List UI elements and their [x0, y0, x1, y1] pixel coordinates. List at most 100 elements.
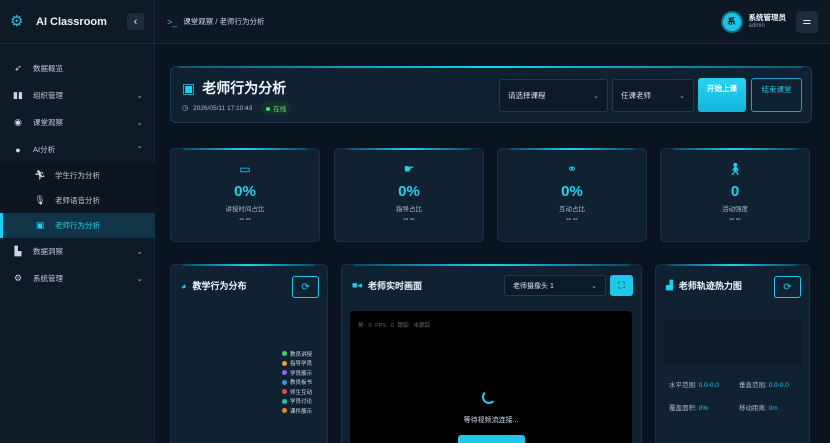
- chevron-down-icon: ⌄: [136, 274, 143, 283]
- legend-dot: [282, 379, 287, 385]
- page-meta: ◷ 2026/05/11 17:10:43 在线: [182, 101, 292, 115]
- legend-dot: [282, 408, 287, 414]
- legend-label: 学员展示: [290, 370, 313, 377]
- heatmap-canvas: [664, 320, 802, 365]
- sidebar-item-insights[interactable]: ▙ 数据洞察 ⌄: [0, 238, 155, 265]
- fullscreen-icon: ⛶: [618, 280, 625, 290]
- panel-header: ▟ 老师轨迹热力图: [666, 279, 742, 292]
- top-header: >_ 课堂观察 / 老师行为分析 系 系统管理员 admin ⚌: [155, 0, 830, 44]
- course-select-value: 请选择课程: [508, 91, 546, 100]
- stat-card-lecture: ▭ 0% 讲授时间占比 -- --: [170, 148, 320, 242]
- walking-person-icon: 🚶︎: [727, 162, 743, 176]
- legend-label: 课件展示: [290, 408, 313, 415]
- horizontal-range: 水平范围: 0.0-0.0: [669, 381, 731, 390]
- course-select[interactable]: 请选择课程 ⌄: [499, 79, 608, 112]
- presentation-icon: ▣: [35, 220, 45, 230]
- sidebar-item-label: 学生行为分析: [55, 171, 100, 180]
- sidebar-item-observation[interactable]: ◉ 课堂观察 ⌄: [0, 109, 155, 136]
- stat-value: 0%: [398, 183, 420, 200]
- legend-dot: [282, 370, 287, 376]
- hand-icon: ☛: [403, 162, 415, 176]
- stat-value: 0%: [561, 183, 583, 200]
- panel-title: 老师实时画面: [367, 281, 422, 291]
- loading-spinner-icon: [482, 390, 496, 404]
- stat-detail: -- --: [729, 216, 741, 223]
- sidebar-item-teacher-voice[interactable]: 🎙︎ 老师语音分析: [0, 188, 155, 213]
- user-menu[interactable]: 系 系统管理员 admin ⚌: [720, 10, 818, 33]
- breadcrumb: >_ 课堂观察 / 老师行为分析: [167, 16, 265, 27]
- legend-dot: [282, 351, 287, 357]
- stat-value: 0.0-0.0: [768, 382, 789, 389]
- legend-dot: [282, 398, 287, 404]
- pie-chart-icon: ◕: [181, 280, 187, 291]
- sidebar-item-label: 系统管理: [33, 274, 63, 283]
- movement-distance: 移动距离: 0m: [739, 404, 805, 413]
- rocket-icon: ➶: [14, 63, 22, 73]
- microphone-icon: 🎙︎: [34, 195, 46, 205]
- sidebar-item-label: 老师语音分析: [55, 196, 100, 205]
- refresh-button[interactable]: ⟳: [774, 276, 801, 298]
- sidebar-item-teacher-behavior[interactable]: ▣ 老师行为分析: [0, 213, 155, 238]
- fullscreen-button[interactable]: ⛶: [610, 275, 633, 296]
- sidebar-item-ai-analysis[interactable]: ● AI分析 ⌃: [0, 136, 155, 163]
- teacher-select[interactable]: 任课老师 ⌄: [612, 79, 694, 112]
- laptop-icon: ▭: [239, 162, 251, 176]
- chevron-down-icon: ⌄: [593, 92, 599, 100]
- page-title-row: ▣ 老师行为分析: [182, 78, 286, 98]
- brand: ⚙ AI Classroom ‹: [0, 0, 154, 44]
- legend-label: 师生互动: [290, 389, 313, 396]
- page-header-card: ▣ 老师行为分析 ◷ 2026/05/11 17:10:43 在线 请选择课程 …: [170, 66, 812, 123]
- end-class-button[interactable]: 结束课堂: [751, 78, 802, 112]
- status-text: 在线: [273, 106, 287, 113]
- stat-value: 0%: [234, 183, 256, 200]
- chevron-down-icon: ⌄: [136, 247, 143, 256]
- video-viewport[interactable]: 帧: 0 FPS: 0 跟踪: 未跟踪 等待视频流连接...: [350, 311, 632, 443]
- clock-icon: ◷: [182, 105, 189, 112]
- chevron-down-icon: ⌄: [591, 282, 597, 290]
- gear-logo-icon: ⚙: [10, 12, 24, 30]
- avatar[interactable]: 系: [720, 10, 743, 33]
- book-icon: ▮▮: [13, 90, 23, 100]
- stat-card-guidance: ☛ 0% 指导占比 -- --: [334, 148, 484, 242]
- start-class-button[interactable]: 开始上课: [698, 78, 746, 112]
- legend-label: 教员讲授: [290, 351, 313, 358]
- sliders-icon[interactable]: ⚌: [796, 10, 818, 33]
- sidebar-menu: ➶ 数据概览 ▮▮ 组织管理 ⌄ ◉ 课堂观察 ⌄ ● AI分析 ⌃ 🏃︎ 学生…: [0, 55, 155, 292]
- terminal-icon: >_: [167, 16, 178, 27]
- stat-label: 垂直范围:: [739, 382, 767, 389]
- sidebar-item-label: AI分析: [33, 145, 56, 154]
- video-info: 帧: 0 FPS: 0 跟踪: 未跟踪: [358, 323, 431, 329]
- collapse-sidebar-button[interactable]: ‹: [127, 13, 144, 30]
- stat-value: 0%: [698, 405, 709, 412]
- sidebar-item-organization[interactable]: ▮▮ 组织管理 ⌄: [0, 82, 155, 109]
- sidebar-item-label: 数据洞察: [33, 247, 63, 256]
- eye-icon: ◉: [14, 117, 22, 127]
- sidebar-item-label: 数据概览: [33, 64, 63, 73]
- panel-title: 老师轨迹热力图: [678, 281, 742, 291]
- sidebar-item-system[interactable]: ⚙ 系统管理 ⌄: [0, 265, 155, 292]
- legend-label: 指导学员: [290, 361, 313, 368]
- sidebar-item-overview[interactable]: ➶ 数据概览: [0, 55, 155, 82]
- sidebar: ⚙ AI Classroom ‹ ➶ 数据概览 ▮▮ 组织管理 ⌄ ◉ 课堂观察…: [0, 0, 155, 443]
- stat-detail: -- --: [403, 216, 415, 223]
- user-name: 系统管理员: [748, 12, 787, 22]
- camera-select[interactable]: 老师摄像头 1 ⌄: [504, 275, 606, 296]
- connect-button[interactable]: [458, 435, 525, 443]
- app-name: AI Classroom: [36, 15, 107, 28]
- refresh-icon: ⟳: [783, 281, 792, 293]
- legend-dot: [282, 360, 287, 366]
- refresh-button[interactable]: ⟳: [292, 276, 319, 298]
- page-title: 老师行为分析: [202, 80, 287, 96]
- stat-label: 活动强度: [722, 206, 748, 213]
- panel-title: 教学行为分布: [192, 281, 247, 291]
- stat-label: 覆盖面积:: [669, 405, 697, 412]
- legend-label: 学员讨论: [290, 399, 313, 406]
- legend-label: 教员板书: [290, 380, 313, 387]
- camera-select-value: 老师摄像头 1: [513, 282, 554, 290]
- panel-header: ◕ 教学行为分布: [181, 279, 246, 292]
- video-camera-icon: ■◂: [352, 280, 362, 290]
- stat-card-activity: 🚶︎ 0 活动强度 -- --: [660, 148, 810, 242]
- sidebar-item-student-behavior[interactable]: 🏃︎ 学生行为分析: [0, 163, 155, 188]
- chevron-up-icon: ⌃: [136, 145, 143, 154]
- status-badge: 在线: [261, 101, 292, 115]
